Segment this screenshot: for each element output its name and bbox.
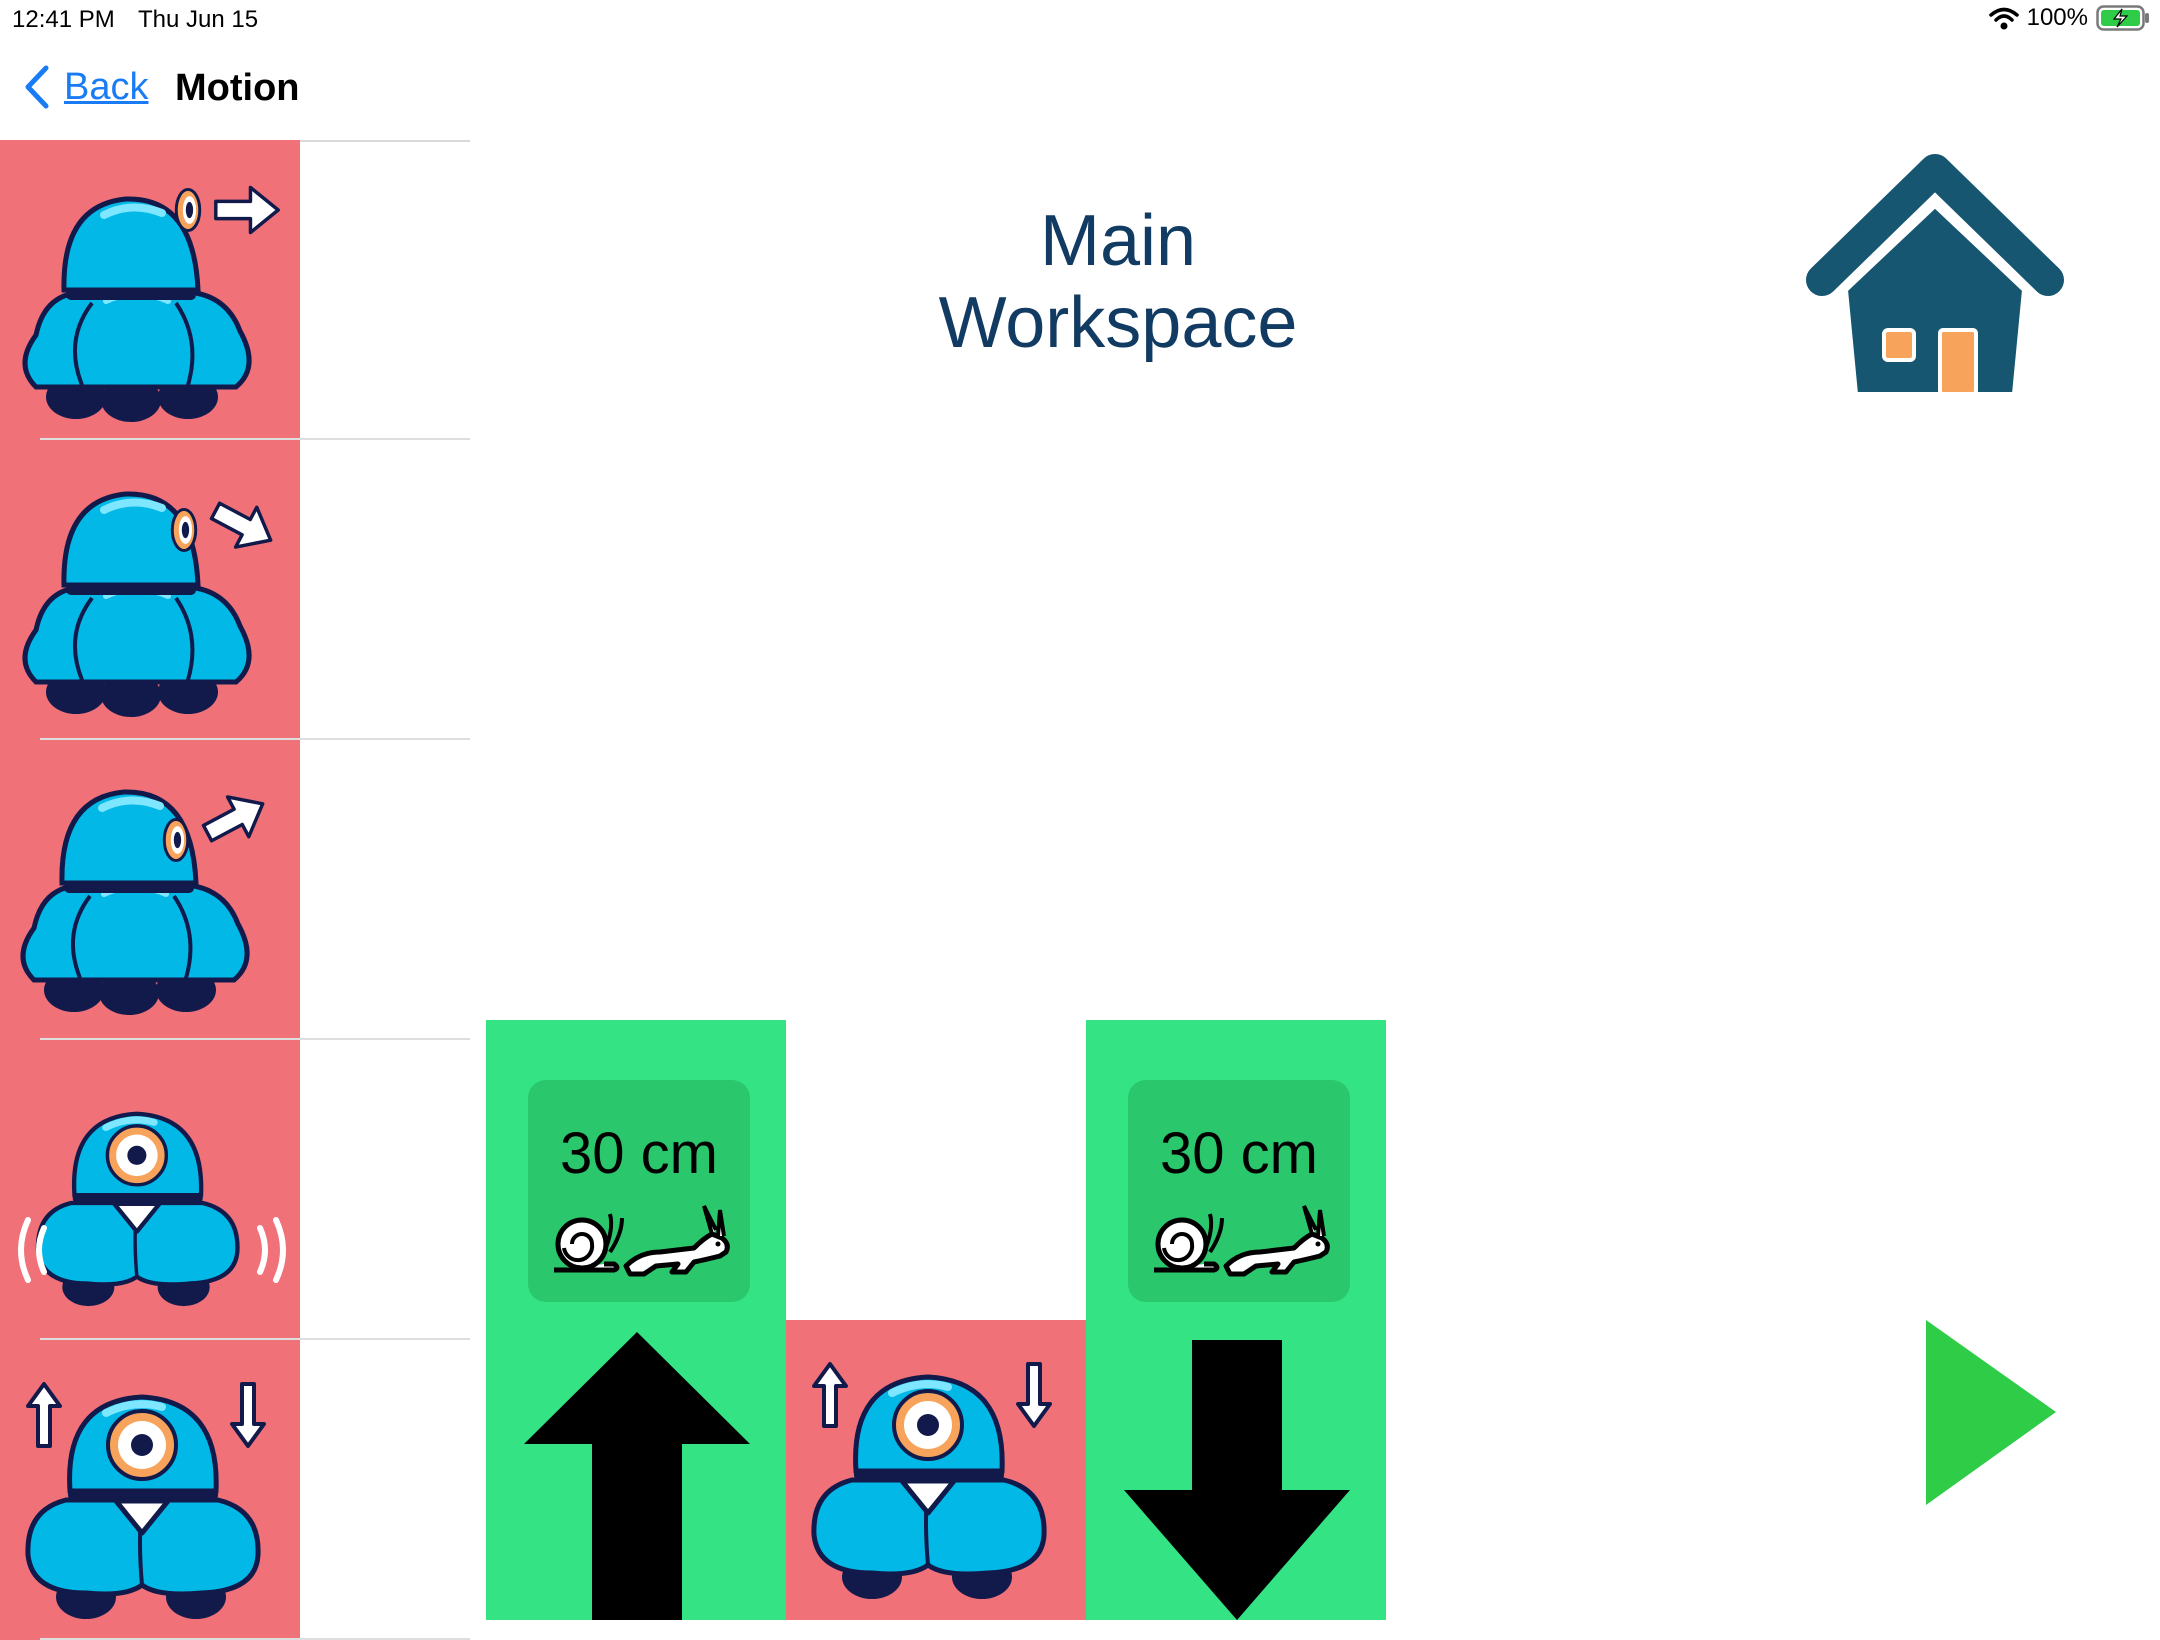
nav-title: Motion <box>175 67 300 109</box>
robot-turn-left-icon <box>0 782 275 1040</box>
palette-drive-forward[interactable] <box>0 140 470 440</box>
block-forward-backward[interactable] <box>786 1320 1086 1620</box>
snail-rabbit-icon <box>1144 1200 1334 1280</box>
robot-forward-backward-icon <box>0 1382 266 1640</box>
distance-label: 30 cm <box>1160 1121 1318 1186</box>
snail-rabbit-icon <box>544 1200 734 1280</box>
palette-turn-right[interactable] <box>0 440 470 740</box>
robot-forward-backward-icon <box>786 1362 1052 1620</box>
status-date: Thu Jun 15 <box>138 6 259 33</box>
robot-turn-right-icon <box>0 489 283 740</box>
palette-turn-left[interactable] <box>0 740 470 1040</box>
up-arrow-icon <box>524 1332 750 1620</box>
robot-forward-icon <box>0 185 280 440</box>
home-icon[interactable] <box>1802 150 2068 410</box>
chevron-left-icon <box>25 65 49 109</box>
block-move-backward[interactable]: 30 cm <box>1086 1020 1386 1620</box>
robot-wiggle-icon <box>18 1040 286 1340</box>
motion-palette <box>0 140 470 1640</box>
nav-bar: Back Motion <box>0 50 470 140</box>
play-icon[interactable] <box>1926 1320 2056 1505</box>
status-time: 12:41 PM <box>12 6 115 33</box>
down-arrow-icon <box>1124 1340 1350 1620</box>
back-label: Back <box>64 65 149 108</box>
status-indicators: 100% <box>1988 4 2150 32</box>
status-bar: 12:41 PM Thu Jun 15 100% <box>0 0 2160 40</box>
block-move-forward[interactable]: 30 cm <box>486 1020 786 1620</box>
palette-wiggle[interactable] <box>0 1040 470 1340</box>
battery-percent: 100% <box>2026 4 2088 31</box>
distance-param[interactable]: 30 cm <box>528 1080 750 1302</box>
workspace-title: Main Workspace <box>938 201 1298 363</box>
wifi-icon <box>1988 7 2019 30</box>
battery-charging-icon <box>2096 5 2149 31</box>
back-button[interactable]: Back <box>22 64 148 110</box>
distance-label: 30 cm <box>560 1121 718 1186</box>
palette-forward-backward[interactable] <box>0 1340 470 1640</box>
distance-param[interactable]: 30 cm <box>1128 1080 1350 1302</box>
